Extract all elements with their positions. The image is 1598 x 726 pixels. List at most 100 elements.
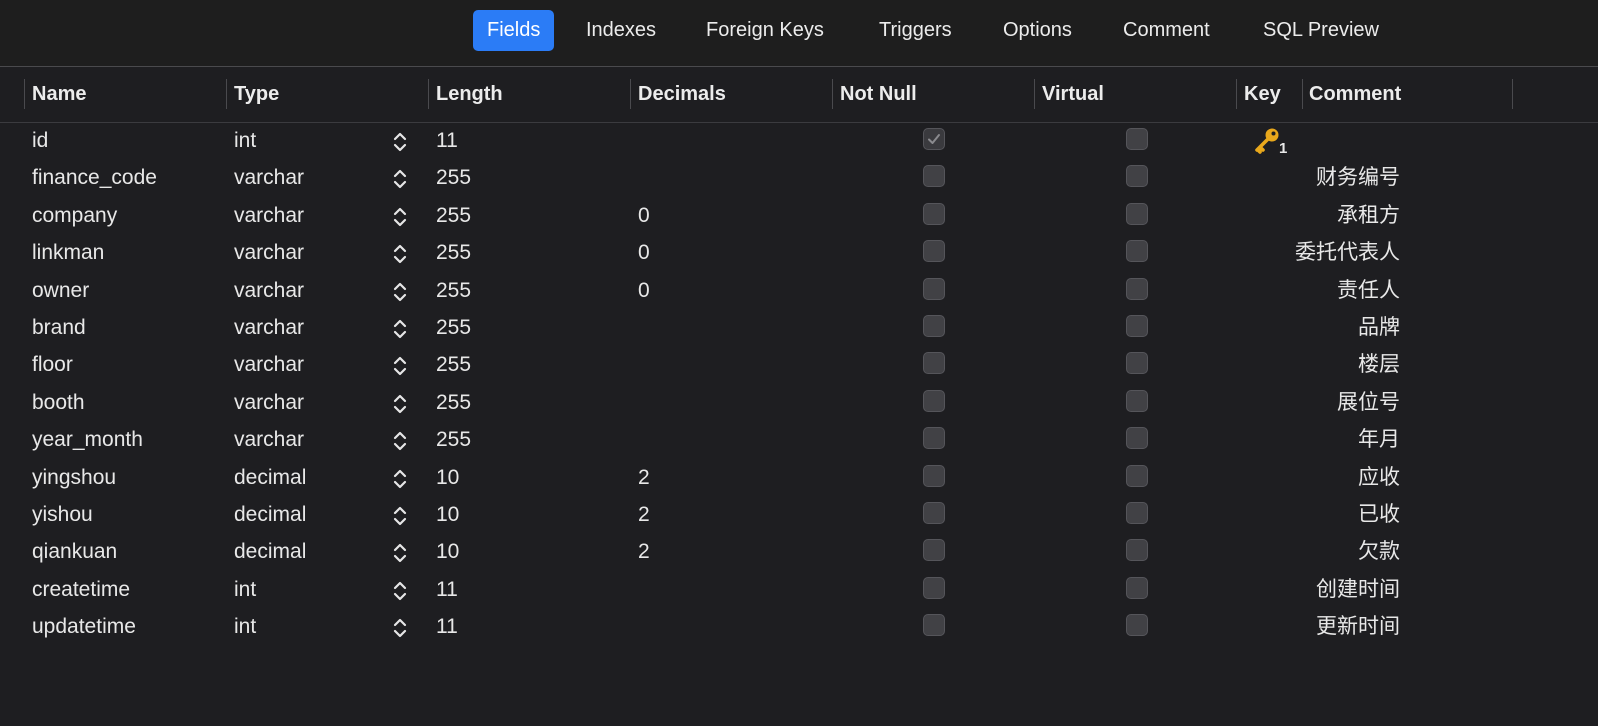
field-comment-cell[interactable]: 创建时间	[1316, 571, 1400, 608]
table-row[interactable]: qiankuan decimal 10 2 欠款	[0, 533, 1598, 570]
not-null-checkbox[interactable]	[923, 352, 945, 375]
virtual-checkbox[interactable]	[1126, 614, 1148, 637]
table-row[interactable]: updatetime int 11 更新时间	[0, 608, 1598, 645]
field-length-cell[interactable]: 11	[436, 608, 458, 645]
field-type-cell[interactable]: varchar	[234, 159, 304, 196]
field-comment-cell[interactable]: 展位号	[1337, 384, 1400, 421]
field-name-cell[interactable]: year_month	[32, 421, 143, 458]
type-stepper-icon[interactable]	[391, 317, 409, 341]
field-name-cell[interactable]: updatetime	[32, 608, 136, 645]
not-null-checkbox[interactable]	[923, 277, 945, 300]
field-length-cell[interactable]: 11	[436, 571, 458, 608]
type-stepper-icon[interactable]	[391, 616, 409, 640]
type-stepper-icon[interactable]	[391, 354, 409, 378]
column-divider[interactable]	[24, 79, 25, 109]
column-header-virtual[interactable]: Virtual	[1042, 67, 1104, 122]
field-length-cell[interactable]: 10	[436, 496, 459, 533]
field-comment-cell[interactable]: 品牌	[1358, 309, 1400, 346]
field-length-cell[interactable]: 11	[436, 122, 458, 159]
field-comment-cell[interactable]: 承租方	[1337, 197, 1400, 234]
field-type-cell[interactable]: varchar	[234, 421, 304, 458]
field-type-cell[interactable]: int	[234, 608, 256, 645]
table-row[interactable]: company varchar 255 0 承租方	[0, 197, 1598, 234]
not-null-checkbox[interactable]	[923, 576, 945, 599]
field-length-cell[interactable]: 255	[436, 421, 471, 458]
type-stepper-icon[interactable]	[391, 205, 409, 229]
field-length-cell[interactable]: 255	[436, 346, 471, 383]
table-row[interactable]: brand varchar 255 品牌	[0, 309, 1598, 346]
column-header-type[interactable]: Type	[234, 67, 279, 122]
table-row[interactable]: finance_code varchar 255 财务编号	[0, 159, 1598, 196]
field-decimals-cell[interactable]: 0	[638, 197, 650, 234]
virtual-checkbox[interactable]	[1126, 128, 1148, 150]
tab-triggers[interactable]: Triggers	[865, 10, 966, 51]
virtual-checkbox[interactable]	[1126, 389, 1148, 412]
column-divider[interactable]	[226, 79, 227, 109]
field-length-cell[interactable]: 255	[436, 384, 471, 421]
virtual-checkbox[interactable]	[1126, 277, 1148, 300]
tab-options[interactable]: Options	[989, 10, 1086, 51]
virtual-checkbox[interactable]	[1126, 352, 1148, 375]
virtual-checkbox[interactable]	[1126, 464, 1148, 487]
field-type-cell[interactable]: varchar	[234, 309, 304, 346]
field-type-cell[interactable]: int	[234, 571, 256, 608]
field-length-cell[interactable]: 255	[436, 197, 471, 234]
field-decimals-cell[interactable]: 0	[638, 272, 650, 309]
column-header-length[interactable]: Length	[436, 67, 503, 122]
field-name-cell[interactable]: linkman	[32, 234, 104, 271]
column-header-name[interactable]: Name	[32, 67, 86, 122]
field-name-cell[interactable]: floor	[32, 346, 73, 383]
field-length-cell[interactable]: 10	[436, 459, 459, 496]
table-row[interactable]: year_month varchar 255 年月	[0, 421, 1598, 458]
not-null-checkbox[interactable]	[923, 427, 945, 450]
not-null-checkbox[interactable]	[923, 539, 945, 562]
table-row[interactable]: yingshou decimal 10 2 应收	[0, 459, 1598, 496]
field-comment-cell[interactable]: 已收	[1358, 496, 1400, 533]
field-name-cell[interactable]: createtime	[32, 571, 130, 608]
type-stepper-icon[interactable]	[391, 467, 409, 491]
field-name-cell[interactable]: finance_code	[32, 159, 157, 196]
field-length-cell[interactable]: 255	[436, 159, 471, 196]
field-type-cell[interactable]: varchar	[234, 384, 304, 421]
field-decimals-cell[interactable]: 2	[638, 459, 650, 496]
tab-comment[interactable]: Comment	[1109, 10, 1224, 51]
type-stepper-icon[interactable]	[391, 429, 409, 453]
table-row[interactable]: owner varchar 255 0 责任人	[0, 272, 1598, 309]
field-type-cell[interactable]: decimal	[234, 459, 306, 496]
field-name-cell[interactable]: booth	[32, 384, 85, 421]
virtual-checkbox[interactable]	[1126, 202, 1148, 225]
field-decimals-cell[interactable]: 0	[638, 234, 650, 271]
type-stepper-icon[interactable]	[391, 392, 409, 416]
column-header-decimals[interactable]: Decimals	[638, 67, 726, 122]
type-stepper-icon[interactable]	[391, 579, 409, 603]
column-header-key[interactable]: Key	[1244, 67, 1281, 122]
tab-foreign-keys[interactable]: Foreign Keys	[692, 10, 838, 51]
field-length-cell[interactable]: 10	[436, 533, 459, 570]
field-name-cell[interactable]: yishou	[32, 496, 93, 533]
field-name-cell[interactable]: yingshou	[32, 459, 116, 496]
not-null-checkbox[interactable]	[923, 165, 945, 188]
not-null-checkbox[interactable]	[923, 389, 945, 412]
not-null-checkbox[interactable]	[923, 464, 945, 487]
type-stepper-icon[interactable]	[391, 541, 409, 565]
type-stepper-icon[interactable]	[391, 167, 409, 191]
field-length-cell[interactable]: 255	[436, 309, 471, 346]
field-comment-cell[interactable]: 年月	[1358, 421, 1400, 458]
virtual-checkbox[interactable]	[1126, 165, 1148, 188]
column-divider[interactable]	[1302, 79, 1303, 109]
field-type-cell[interactable]: decimal	[234, 496, 306, 533]
column-divider[interactable]	[1236, 79, 1237, 109]
field-comment-cell[interactable]: 应收	[1358, 459, 1400, 496]
field-type-cell[interactable]: decimal	[234, 533, 306, 570]
column-divider[interactable]	[1512, 79, 1513, 109]
field-type-cell[interactable]: varchar	[234, 234, 304, 271]
table-row[interactable]: floor varchar 255 楼层	[0, 346, 1598, 383]
field-name-cell[interactable]: brand	[32, 309, 86, 346]
not-null-checkbox[interactable]	[923, 240, 945, 263]
type-stepper-icon[interactable]	[391, 504, 409, 528]
field-comment-cell[interactable]: 更新时间	[1316, 608, 1400, 645]
field-decimals-cell[interactable]: 2	[638, 496, 650, 533]
virtual-checkbox[interactable]	[1126, 427, 1148, 450]
column-divider[interactable]	[630, 79, 631, 109]
field-name-cell[interactable]: id	[32, 122, 48, 159]
